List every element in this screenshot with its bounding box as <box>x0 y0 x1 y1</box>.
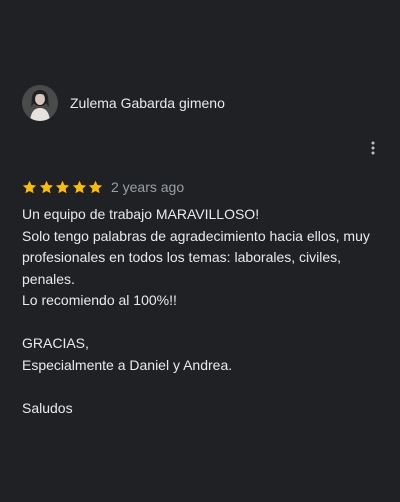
reviewer-header: Zulema Gabarda gimeno <box>22 85 225 121</box>
review-paragraph: Especialmente a Daniel y Andrea. <box>22 356 233 373</box>
review-blank-line <box>22 312 382 334</box>
review-paragraph: Solo tengo palabras de agradecimiento ha… <box>22 227 370 287</box>
star-icon <box>22 180 37 195</box>
star-icon <box>55 180 70 195</box>
reviewer-name[interactable]: Zulema Gabarda gimeno <box>70 95 225 111</box>
star-icon <box>39 180 54 195</box>
more-vertical-icon <box>371 141 375 155</box>
avatar[interactable] <box>22 85 58 121</box>
review-paragraph: Lo recomiendo al 100%!! <box>22 292 177 308</box>
review-paragraph: GRACIAS, <box>22 335 89 351</box>
review-paragraph: Un equipo de trabajo MARAVILLOSO! <box>22 206 260 222</box>
star-icon <box>72 180 87 195</box>
star-icon <box>88 180 103 195</box>
review-date: 2 years ago <box>110 179 185 195</box>
rating-row: 2 years ago <box>22 179 184 195</box>
review-text: Un equipo de trabajo MARAVILLOSO! Solo te… <box>22 204 382 419</box>
review-blank-line <box>22 376 382 398</box>
avatar-image <box>22 85 58 121</box>
review-paragraph: Saludos <box>22 399 73 416</box>
review-card: Zulema Gabarda gimeno 2 years ago Un equ… <box>0 0 400 502</box>
star-rating <box>22 180 105 195</box>
more-options-button[interactable] <box>364 138 382 158</box>
